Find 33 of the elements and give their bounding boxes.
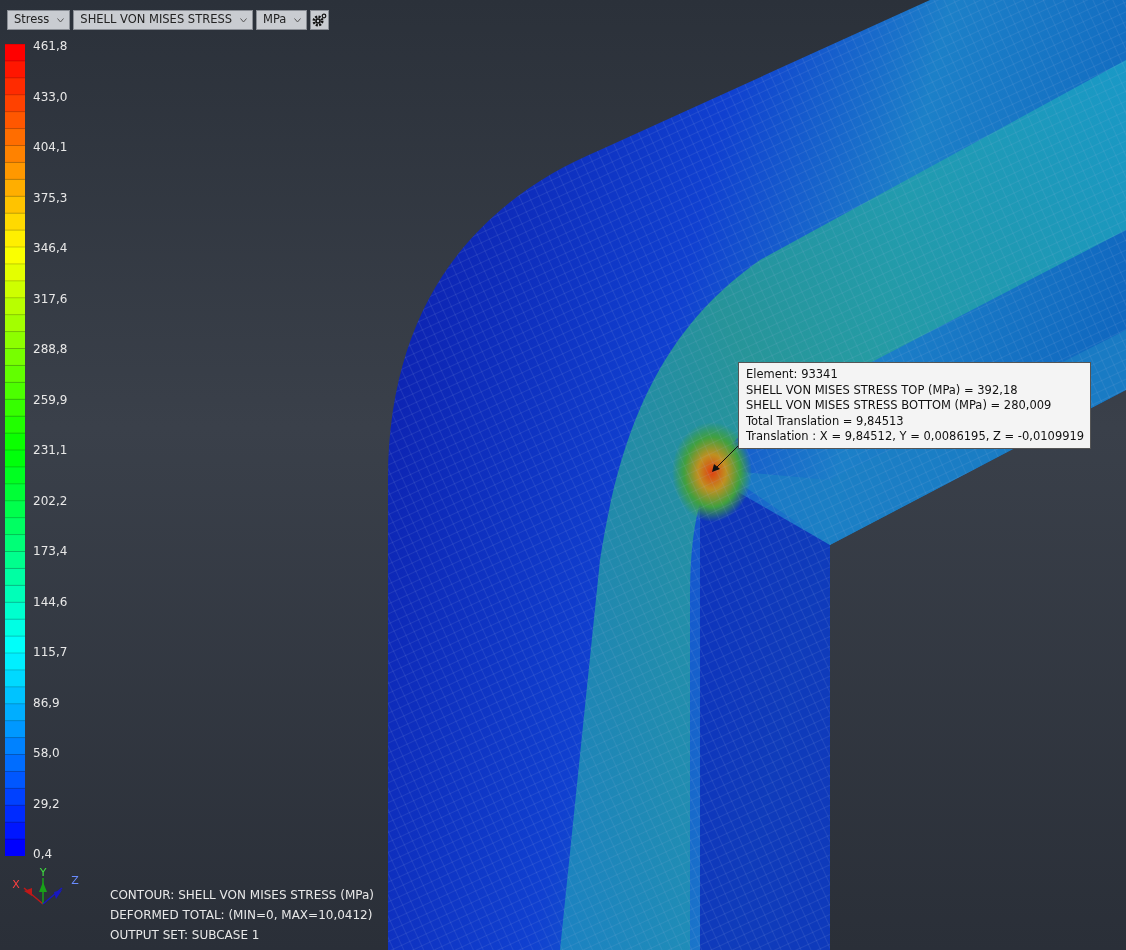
probe-line: SHELL VON MISES STRESS TOP (MPa) = 392,18 <box>746 382 1019 398</box>
probe-line: Element: 93341 <box>746 367 839 383</box>
dropdown[interactable]: Stress <box>7 10 71 30</box>
dropdown[interactable]: SHELL VON MISES STRESS <box>73 10 254 30</box>
scale-value: 317,6 <box>33 291 68 306</box>
chevron-down-icon <box>240 17 248 23</box>
scale-value: 231,1 <box>33 443 68 457</box>
scale-value: 433,0 <box>33 89 68 104</box>
scale-value: 0,4 <box>33 847 54 861</box>
info-line: DEFORMED TOTAL: (MIN=0, MAX=10,0412) <box>110 907 374 923</box>
scale-value: 29,2 <box>33 796 61 811</box>
probe-line: Total Translation = 9,84513 <box>746 413 905 429</box>
scale-value: 346,4 <box>33 241 68 255</box>
scale-value: 288,8 <box>33 342 68 356</box>
scale-value: 461,8 <box>33 39 68 53</box>
settings-button[interactable] <box>310 10 330 30</box>
chevron-down-icon <box>57 17 65 23</box>
probe-line: SHELL VON MISES STRESS BOTTOM (MPa) = 280,009 <box>746 398 1053 414</box>
scale-value: 259,9 <box>33 392 68 407</box>
scale-value: 202,2 <box>33 493 68 508</box>
info-line: OUTPUT SET: SUBCASE 1 <box>110 927 261 943</box>
settings-icon <box>312 13 328 27</box>
info-line: CONTOUR: SHELL VON MISES STRESS (MPa) <box>110 887 375 903</box>
probe-line: Translation : X = 9,84512, Y = 0,0086195, Z = -0,0109919 <box>746 429 1085 445</box>
scale-value: 144,6 <box>33 594 68 609</box>
scale-value: 375,3 <box>33 190 68 205</box>
scale-value: 404,1 <box>33 140 68 154</box>
scale-value: 86,9 <box>33 695 61 710</box>
chevron-down-icon <box>294 17 302 23</box>
scale-value: 58,0 <box>33 746 61 760</box>
scale-value: 173,4 <box>33 544 68 558</box>
dropdown[interactable]: MPa <box>256 10 308 30</box>
scale-value: 115,7 <box>33 645 68 659</box>
